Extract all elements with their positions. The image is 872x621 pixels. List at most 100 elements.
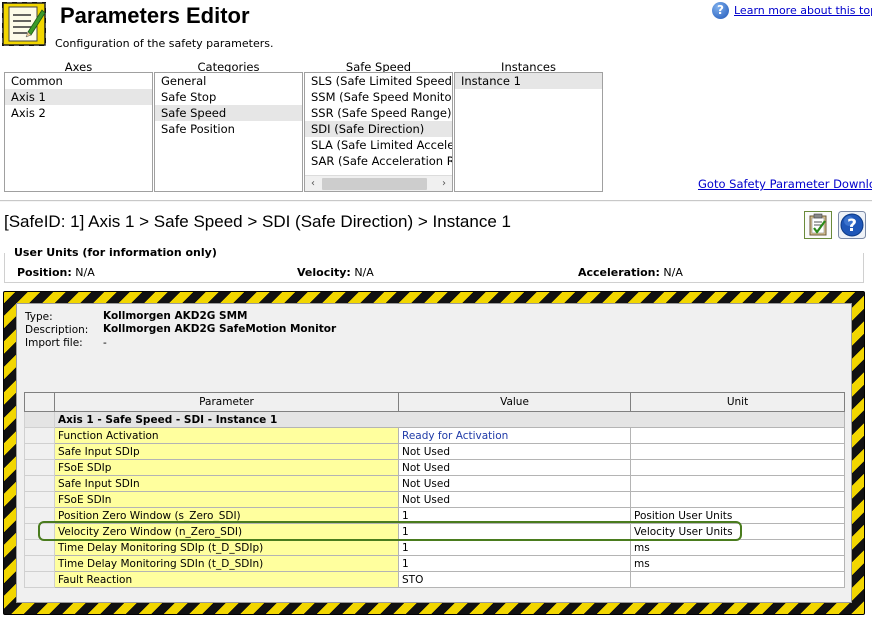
column-header-parameter[interactable]: Parameter (54, 392, 399, 412)
category-item-safe-stop[interactable]: Safe Stop (155, 89, 302, 105)
safe-speed-item-sar[interactable]: SAR (Safe Acceleration Range) (305, 153, 452, 169)
acceleration-units: Acceleration: N/A (578, 266, 683, 279)
categories-list[interactable]: General Safe Stop Safe Speed Safe Positi… (154, 72, 303, 192)
safe-speed-item-sdi[interactable]: SDI (Safe Direction) (305, 121, 452, 137)
value-cell[interactable]: STO (398, 571, 631, 588)
table-row[interactable]: Time Delay Monitoring SDIn (t_D_SDIn) 1 … (24, 555, 845, 572)
value-cell[interactable]: 1 (398, 523, 631, 540)
safe-speed-list[interactable]: SLS (Safe Limited Speed) SSM (Safe Speed… (304, 72, 453, 192)
table-row[interactable]: Safe Input SDIn Not Used (24, 475, 845, 492)
unit-cell: Velocity User Units (630, 523, 845, 540)
parameter-cell: Safe Input SDIn (54, 475, 399, 492)
unit-cell (630, 427, 845, 444)
row-header[interactable] (24, 523, 55, 540)
parameter-cell: Time Delay Monitoring SDIn (t_D_SDIn) (54, 555, 399, 572)
table-row[interactable]: Function Activation Ready for Activation (24, 427, 845, 444)
position-label: Position: (17, 266, 72, 279)
scroll-right-icon[interactable]: › (437, 177, 451, 191)
import-file-label: Import file: (25, 337, 83, 349)
help-link[interactable]: ? Learn more about this topic (712, 2, 872, 19)
category-item-safe-speed[interactable]: Safe Speed (155, 105, 302, 121)
table-row-highlighted[interactable]: Velocity Zero Window (n_Zero_SDI) 1 Velo… (24, 523, 845, 540)
row-header (24, 411, 55, 428)
row-header[interactable] (24, 475, 55, 492)
safe-speed-item-ssr[interactable]: SSR (Safe Speed Range) (305, 105, 452, 121)
horizontal-scrollbar[interactable]: ‹ › (305, 175, 452, 191)
unit-cell: ms (630, 555, 845, 572)
value-cell[interactable]: 1 (398, 539, 631, 556)
clipboard-check-icon (809, 213, 827, 236)
scroll-left-icon[interactable]: ‹ (306, 177, 320, 191)
help-icon: ? (838, 211, 866, 239)
svg-text:?: ? (847, 216, 857, 236)
table-row[interactable]: Fault Reaction STO (24, 571, 845, 588)
velocity-value: N/A (354, 266, 374, 279)
row-header[interactable] (24, 459, 55, 476)
unit-cell (630, 491, 845, 508)
parameter-cell: Safe Input SDIp (54, 443, 399, 460)
value-cell[interactable]: Not Used (398, 491, 631, 508)
breadcrumb: [SafeID: 1] Axis 1 > Safe Speed > SDI (S… (4, 212, 511, 231)
axes-list[interactable]: Common Axis 1 Axis 2 (4, 72, 153, 192)
help-link-text[interactable]: Learn more about this topic (734, 4, 872, 17)
help-icon: ? (712, 2, 729, 19)
row-header[interactable] (24, 539, 55, 556)
row-header[interactable] (24, 427, 55, 444)
table-row[interactable]: FSoE SDIp Not Used (24, 459, 845, 476)
type-label: Type: (25, 311, 53, 323)
clipboard-check-button[interactable] (804, 211, 832, 239)
acceleration-label: Acceleration: (578, 266, 660, 279)
value-cell[interactable]: Not Used (398, 475, 631, 492)
goto-safety-parameter-download-link[interactable]: Goto Safety Parameter Download (698, 177, 872, 191)
table-row[interactable]: FSoE SDIn Not Used (24, 491, 845, 508)
column-header-unit[interactable]: Unit (630, 392, 845, 412)
axes-item-common[interactable]: Common (5, 73, 152, 89)
value-cell[interactable]: 1 (398, 555, 631, 572)
page-subtitle: Configuration of the safety parameters. (55, 37, 274, 50)
velocity-units: Velocity: N/A (297, 266, 374, 279)
unit-cell (630, 475, 845, 492)
row-header[interactable] (24, 491, 55, 508)
unit-cell: Position User Units (630, 507, 845, 524)
import-file-value: - (103, 337, 107, 349)
instances-list[interactable]: Instance 1 (454, 72, 603, 192)
row-header[interactable] (24, 571, 55, 588)
value-cell[interactable]: Ready for Activation (398, 427, 631, 444)
velocity-label: Velocity: (297, 266, 351, 279)
value-cell[interactable]: 1 (398, 507, 631, 524)
category-item-safe-position[interactable]: Safe Position (155, 121, 302, 137)
parameter-cell: FSoE SDIn (54, 491, 399, 508)
description-label: Description: (25, 324, 89, 336)
user-units-legend: User Units (for information only) (11, 246, 220, 259)
axes-item-axis-2[interactable]: Axis 2 (5, 105, 152, 121)
row-header[interactable] (24, 507, 55, 524)
position-value: N/A (75, 266, 95, 279)
axes-item-axis-1[interactable]: Axis 1 (5, 89, 152, 105)
unit-cell: ms (630, 539, 845, 556)
category-item-general[interactable]: General (155, 73, 302, 89)
description-value: Kollmorgen AKD2G SafeMotion Monitor (103, 323, 337, 335)
row-header[interactable] (24, 443, 55, 460)
table-row[interactable]: Position Zero Window (s_Zero_SDI) 1 Posi… (24, 507, 845, 524)
divider (0, 200, 872, 202)
column-header-value[interactable]: Value (398, 392, 631, 412)
table-row[interactable]: Safe Input SDIp Not Used (24, 443, 845, 460)
grid-corner (24, 392, 55, 412)
help-button[interactable]: ? (838, 211, 866, 239)
parameter-cell: Fault Reaction (54, 571, 399, 588)
unit-cell (630, 571, 845, 588)
parameter-cell: Position Zero Window (s_Zero_SDI) (54, 507, 399, 524)
safe-speed-item-ssm[interactable]: SSM (Safe Speed Monitor) (305, 89, 452, 105)
value-cell[interactable]: Not Used (398, 459, 631, 476)
safe-speed-item-sla[interactable]: SLA (Safe Limited Acceleration) (305, 137, 452, 153)
safe-speed-item-sls[interactable]: SLS (Safe Limited Speed) (305, 73, 452, 89)
parameters-editor-icon (1, 1, 47, 47)
unit-cell (630, 459, 845, 476)
page-title: Parameters Editor (60, 3, 250, 28)
scrollbar-thumb[interactable] (322, 178, 427, 190)
table-row[interactable]: Time Delay Monitoring SDIp (t_D_SDIp) 1 … (24, 539, 845, 556)
group-title: Axis 1 - Safe Speed - SDI - Instance 1 (54, 411, 845, 428)
row-header[interactable] (24, 555, 55, 572)
value-cell[interactable]: Not Used (398, 443, 631, 460)
instance-item-1[interactable]: Instance 1 (455, 73, 602, 89)
